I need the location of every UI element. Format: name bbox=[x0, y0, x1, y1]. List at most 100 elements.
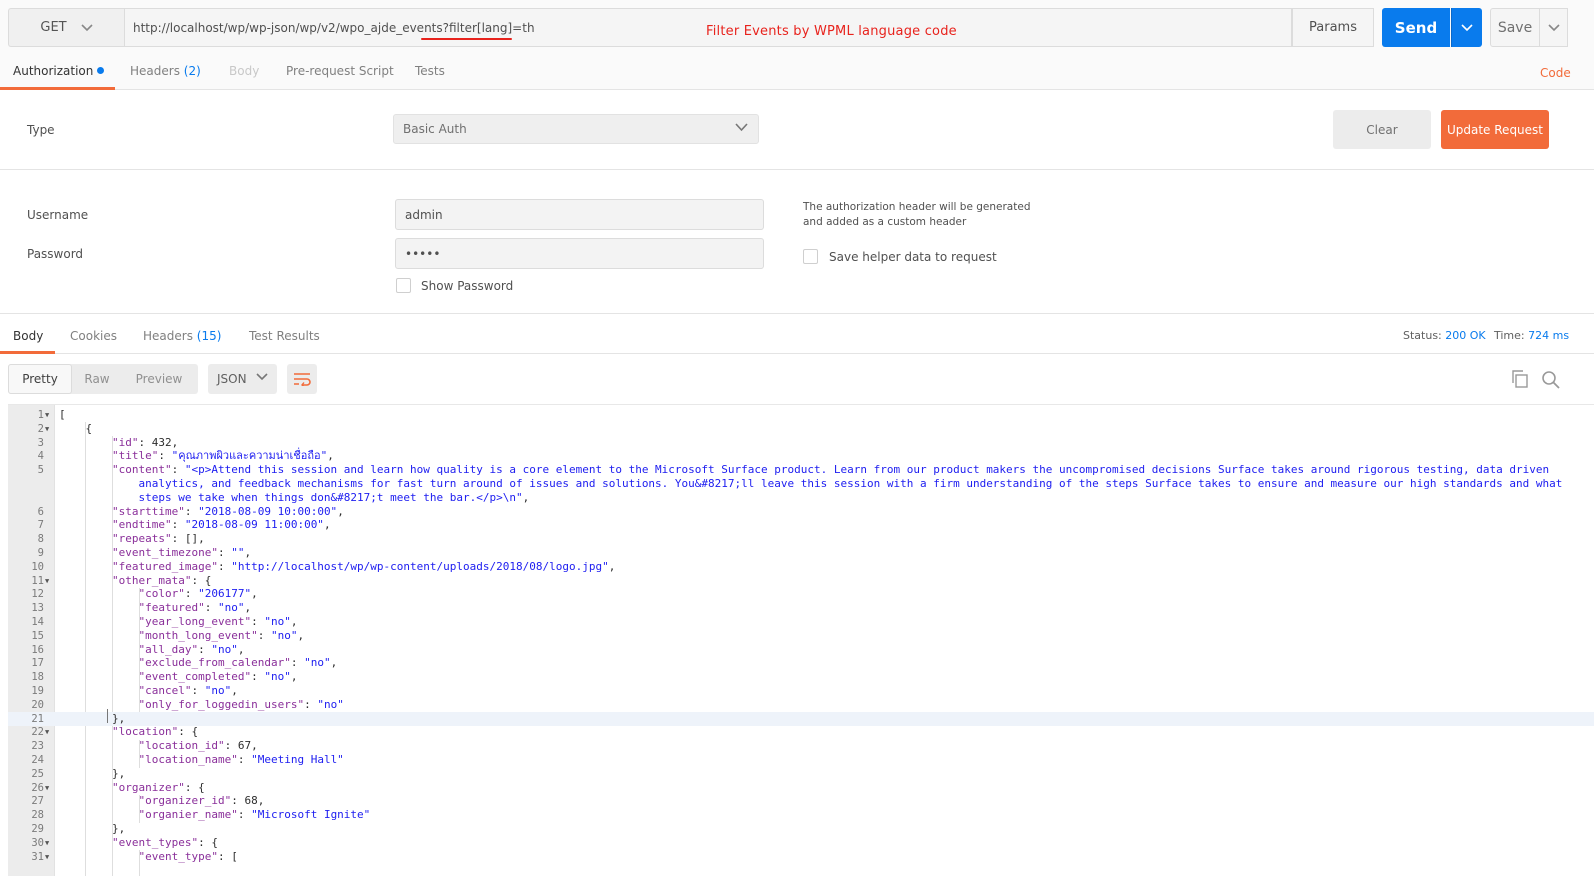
json-punctuation: , bbox=[330, 656, 338, 670]
tab-test-results[interactable]: Test Results bbox=[249, 329, 320, 343]
view-mode-segment: Pretty Raw Preview bbox=[8, 364, 198, 394]
code-text: analytics, and feedback mechanisms for f… bbox=[139, 477, 1563, 491]
line-number: 15 bbox=[31, 629, 44, 642]
password-field[interactable] bbox=[395, 238, 764, 269]
code-line: 6 "starttime": "2018-08-09 10:00:00", bbox=[8, 505, 1594, 519]
request-bar: GET http://localhost/wp/wp-json/wp/v2/wp… bbox=[0, 0, 1594, 56]
auth-helper-text: The authorization header will be generat… bbox=[803, 201, 1031, 228]
json-punctuation: : bbox=[251, 615, 265, 628]
json-string: "no" bbox=[270, 628, 298, 642]
send-button[interactable]: Send bbox=[1382, 8, 1450, 47]
fold-toggle-icon[interactable]: ▼ bbox=[45, 422, 49, 436]
raw-button[interactable]: Raw bbox=[72, 364, 122, 394]
code-line: 22 ▼ "location": { bbox=[8, 725, 1594, 739]
preview-button[interactable]: Preview bbox=[126, 364, 192, 394]
json-key: "exclude_from_calendar" bbox=[138, 656, 291, 670]
code-text: { bbox=[86, 422, 93, 436]
json-punctuation: , bbox=[257, 794, 265, 808]
tab-prerequest-script[interactable]: Pre-request Script bbox=[286, 64, 394, 78]
tab-authorization[interactable]: Authorization bbox=[13, 64, 105, 78]
json-value: 432 bbox=[151, 435, 172, 449]
json-punctuation: , bbox=[251, 739, 258, 753]
line-number: 10 bbox=[31, 560, 44, 573]
code-text: "organizer_id": 68, bbox=[139, 794, 265, 808]
code-line: 11 ▼ "other_mata": { bbox=[8, 574, 1594, 588]
json-punctuation: : bbox=[251, 670, 265, 684]
time-indicator: Time: 724 ms bbox=[1494, 329, 1569, 342]
tab-headers-count: (2) bbox=[183, 64, 201, 78]
wrap-lines-icon bbox=[294, 373, 311, 386]
json-punctuation: }, bbox=[112, 711, 126, 725]
copy-icon[interactable] bbox=[1511, 370, 1529, 388]
search-icon[interactable] bbox=[1541, 370, 1560, 389]
json-key: "organizer" bbox=[112, 780, 185, 794]
update-request-button[interactable]: Update Request bbox=[1441, 110, 1549, 149]
method-select[interactable]: GET bbox=[8, 8, 124, 47]
fold-toggle-icon[interactable]: ▼ bbox=[45, 781, 49, 795]
fold-toggle-icon[interactable]: ▼ bbox=[45, 850, 49, 864]
tab-body[interactable]: Body bbox=[229, 64, 259, 78]
auth-type-select[interactable]: Basic Auth bbox=[393, 114, 759, 144]
username-field[interactable] bbox=[395, 199, 764, 230]
code-text: "starttime": "2018-08-09 10:00:00", bbox=[112, 505, 344, 519]
format-value: JSON bbox=[217, 372, 247, 386]
line-number: 20 bbox=[31, 698, 44, 711]
save-options-button[interactable] bbox=[1540, 8, 1568, 47]
format-select[interactable]: JSON bbox=[208, 364, 277, 394]
json-punctuation: }, bbox=[112, 766, 126, 780]
json-punctuation: : bbox=[224, 739, 238, 753]
json-key: "year_long_event" bbox=[138, 615, 252, 628]
json-punctuation: , bbox=[171, 435, 179, 449]
code-line: 1 ▼ [ bbox=[8, 408, 1594, 422]
tab-cookies[interactable]: Cookies bbox=[70, 329, 117, 343]
clear-button[interactable]: Clear bbox=[1333, 110, 1431, 149]
line-number: 17 bbox=[31, 657, 44, 670]
json-key: "organizer_id" bbox=[138, 794, 232, 808]
code-line: 3 "id": 432, bbox=[8, 436, 1594, 450]
tab-response-headers-count: (15) bbox=[196, 329, 222, 343]
fold-toggle-icon[interactable]: ▼ bbox=[45, 574, 49, 588]
json-punctuation: , bbox=[198, 532, 205, 546]
wrap-lines-button[interactable] bbox=[287, 364, 317, 394]
line-number: 19 bbox=[31, 685, 44, 697]
json-string: "no" bbox=[217, 601, 245, 615]
code-text: "endtime": "2018-08-09 11:00:00", bbox=[112, 518, 331, 532]
tab-tests[interactable]: Tests bbox=[415, 64, 445, 78]
json-punctuation: : bbox=[304, 697, 318, 711]
code-line: 19 "cancel": "no", bbox=[8, 684, 1594, 698]
chevron-down-icon bbox=[735, 123, 748, 132]
tab-response-body[interactable]: Body bbox=[13, 329, 43, 343]
json-key: "only_for_loggedin_users" bbox=[138, 697, 305, 711]
line-number: 11 bbox=[31, 574, 44, 587]
code-line: 14 "year_long_event": "no", bbox=[8, 615, 1594, 629]
params-button[interactable]: Params bbox=[1292, 8, 1374, 47]
tab-response-headers[interactable]: Headers (15) bbox=[143, 329, 221, 343]
modified-dot-icon bbox=[97, 67, 105, 74]
fold-toggle-icon[interactable]: ▼ bbox=[45, 836, 49, 850]
code-line: 18 "event_completed": "no", bbox=[8, 670, 1594, 684]
tab-headers[interactable]: Headers (2) bbox=[130, 64, 201, 78]
save-helper-checkbox[interactable] bbox=[803, 249, 818, 264]
code-link[interactable]: Code bbox=[1540, 66, 1571, 80]
code-text: "organier_name": "Microsoft Ignite" bbox=[139, 808, 371, 822]
chevron-down-icon bbox=[256, 373, 268, 381]
response-body-viewer[interactable]: 1 ▼[2 ▼{3 "id": 432, 4 "title": "คุณภาพผิวและ… bbox=[8, 404, 1594, 876]
fold-toggle-icon[interactable]: ▼ bbox=[45, 408, 49, 422]
code-text: "year_long_event": "no", bbox=[139, 615, 298, 629]
code-line: 4 "title": "คุณภาพผิวและความน่าเชื่อถือ", bbox=[8, 449, 1594, 463]
code-text: [ bbox=[59, 408, 66, 422]
save-button[interactable]: Save bbox=[1490, 8, 1540, 47]
show-password-checkbox[interactable] bbox=[396, 278, 411, 293]
line-number: 31 bbox=[31, 850, 44, 863]
json-value: 67 bbox=[237, 739, 252, 753]
line-number: 16 bbox=[31, 643, 44, 656]
fold-toggle-icon[interactable]: ▼ bbox=[45, 725, 49, 739]
code-line: 8 "repeats": [], bbox=[8, 532, 1594, 546]
pretty-button[interactable]: Pretty bbox=[8, 364, 72, 394]
code-text: "featured_image": "http://localhost/wp/w… bbox=[112, 560, 615, 574]
json-string: analytics, and feedback mechanisms for f… bbox=[138, 477, 1563, 490]
code-text: "event_types": { bbox=[112, 836, 218, 850]
time-value: 724 ms bbox=[1528, 329, 1570, 342]
json-key: "month_long_event" bbox=[138, 628, 258, 642]
send-options-button[interactable] bbox=[1451, 8, 1482, 47]
